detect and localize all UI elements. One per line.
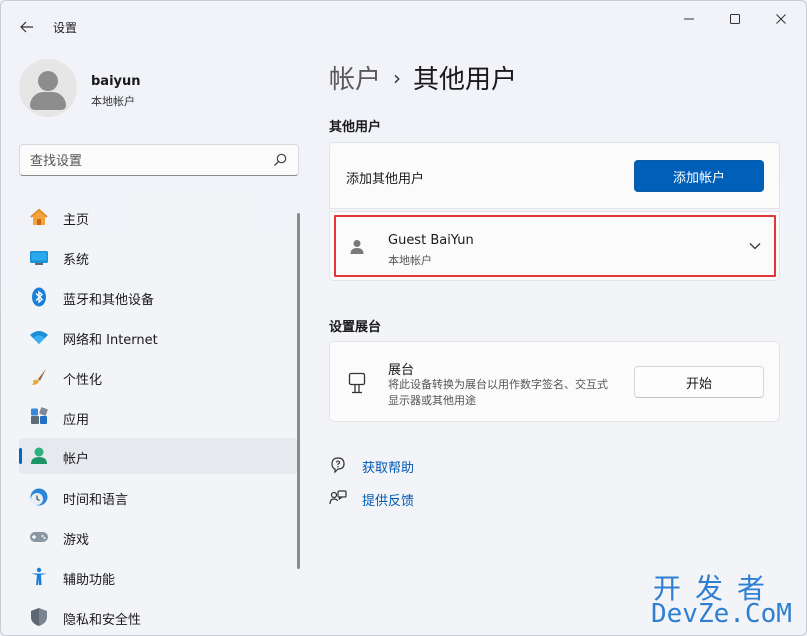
close-icon	[776, 14, 786, 24]
accessibility-icon	[31, 567, 47, 585]
sidebar-item-label: 隐私和安全性	[63, 613, 142, 628]
sidebar-item-privacy[interactable]: 隐私和安全性	[19, 599, 297, 635]
kiosk-icon	[348, 372, 366, 394]
kiosk-card: 展台 将此设备转换为展台以用作数字签名、交互式显示器或其他用途 开始	[329, 341, 780, 422]
monitor-icon	[30, 251, 48, 265]
sidebar-item-system[interactable]: 系统	[19, 239, 297, 275]
minimize-button[interactable]	[669, 9, 709, 29]
add-user-label: 添加其他用户	[346, 172, 425, 187]
watermark-bottom-text: DevZe.CoM	[651, 599, 792, 629]
search-box[interactable]	[19, 144, 299, 176]
sidebar-item-accessibility[interactable]: 辅助功能	[19, 559, 297, 595]
help-icon	[331, 457, 345, 474]
section-title-other-users: 其他用户	[329, 120, 382, 135]
bluetooth-icon	[32, 287, 46, 307]
sidebar-item-label: 蓝牙和其他设备	[63, 293, 155, 308]
sidebar-item-home[interactable]: 主页	[19, 199, 297, 235]
arrow-left-icon	[20, 21, 33, 33]
section-title-kiosk: 设置展台	[329, 320, 382, 335]
person-icon	[31, 447, 47, 464]
settings-window: 设置 baiyun 本地帐户 查找设置 主页 系统 蓝牙和其他设备 网络和 In…	[0, 0, 807, 636]
shield-icon	[31, 608, 47, 626]
sidebar-item-label: 系统	[63, 253, 90, 268]
home-icon	[30, 208, 48, 225]
wifi-icon	[30, 331, 48, 344]
link-label: 提供反馈	[362, 494, 415, 509]
sidebar-item-time-language[interactable]: 时间和语言	[19, 479, 297, 515]
sidebar-item-label: 应用	[63, 413, 90, 428]
sidebar-item-label: 网络和 Internet	[63, 333, 158, 348]
sidebar-item-network[interactable]: 网络和 Internet	[19, 319, 297, 355]
profile-name: baiyun	[91, 74, 141, 89]
add-account-button[interactable]: 添加帐户	[634, 160, 764, 192]
back-button[interactable]	[15, 15, 39, 39]
sidebar-item-label: 辅助功能	[63, 573, 116, 588]
breadcrumb-separator: ›	[393, 66, 402, 90]
sidebar-item-label: 主页	[63, 213, 90, 228]
add-user-card: 添加其他用户 添加帐户	[329, 142, 780, 209]
sidebar-item-label: 帐户	[63, 452, 90, 467]
title-bar: 设置	[1, 1, 806, 49]
maximize-icon	[730, 14, 740, 24]
sidebar-item-label: 游戏	[63, 533, 90, 548]
close-button[interactable]	[761, 9, 801, 29]
maximize-button[interactable]	[715, 9, 755, 29]
sidebar-scrollbar[interactable]	[297, 213, 300, 569]
watermark-logo: 开发者 DevZe.CoM	[649, 567, 801, 633]
kiosk-title: 展台	[388, 363, 415, 378]
minimize-icon	[684, 18, 694, 20]
kiosk-description: 将此设备转换为展台以用作数字签名、交互式显示器或其他用途	[388, 378, 608, 407]
sidebar-item-apps[interactable]: 应用	[19, 399, 297, 435]
brush-icon	[32, 369, 46, 385]
breadcrumb-parent[interactable]: 帐户	[329, 65, 381, 95]
search-icon[interactable]	[272, 152, 288, 168]
avatar[interactable]	[19, 59, 77, 117]
sidebar-item-label: 个性化	[63, 373, 103, 388]
sidebar-item-gaming[interactable]: 游戏	[19, 519, 297, 555]
sidebar-item-label: 时间和语言	[63, 493, 129, 508]
clock-globe-icon	[30, 488, 48, 506]
link-label: 获取帮助	[362, 461, 415, 476]
profile-account-type: 本地帐户	[91, 95, 135, 108]
search-input[interactable]	[30, 151, 270, 171]
selection-indicator	[19, 448, 22, 464]
apps-icon	[31, 407, 48, 424]
sidebar-item-accounts[interactable]: 帐户	[19, 438, 297, 474]
sidebar-item-personalization[interactable]: 个性化	[19, 359, 297, 395]
sidebar-item-bluetooth[interactable]: 蓝牙和其他设备	[19, 279, 297, 315]
highlight-box	[334, 215, 776, 277]
breadcrumb: 帐户 › 其他用户	[329, 59, 517, 96]
gamepad-icon	[30, 532, 48, 542]
kiosk-start-button[interactable]: 开始	[634, 366, 764, 398]
page-title: 其他用户	[413, 65, 518, 95]
feedback-icon	[329, 490, 347, 505]
app-title: 设置	[53, 21, 78, 35]
